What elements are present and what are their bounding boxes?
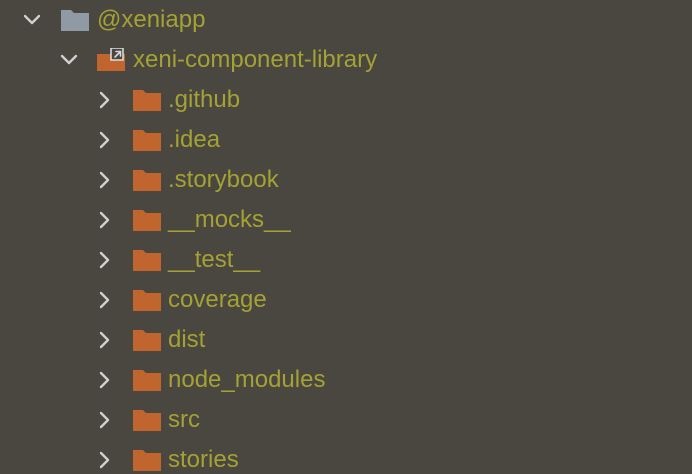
tree-node-label: __test__ bbox=[168, 246, 261, 273]
chevron-right-icon[interactable] bbox=[95, 250, 115, 270]
folder-icon bbox=[132, 128, 162, 152]
folder-icon bbox=[132, 288, 162, 312]
tree-node-folder[interactable]: coverage bbox=[0, 280, 692, 320]
tree-node-label: .storybook bbox=[168, 166, 279, 193]
chevron-right-icon[interactable] bbox=[95, 410, 115, 430]
tree-node-label: xeni-component-library bbox=[133, 46, 378, 73]
folder-icon bbox=[132, 448, 162, 472]
tree-node-label: node_modules bbox=[168, 366, 326, 393]
tree-node-label: stories bbox=[168, 446, 239, 473]
chevron-right-icon[interactable] bbox=[95, 450, 115, 470]
tree-node-folder[interactable]: node_modules bbox=[0, 360, 692, 400]
tree-node-folder[interactable]: .github bbox=[0, 80, 692, 120]
chevron-right-icon[interactable] bbox=[95, 170, 115, 190]
tree-node-project[interactable]: xeni-component-library bbox=[0, 40, 692, 80]
chevron-down-icon[interactable] bbox=[22, 10, 42, 30]
folder-icon bbox=[60, 8, 90, 32]
folder-icon bbox=[132, 88, 162, 112]
tree-node-label: @xeniapp bbox=[97, 6, 206, 33]
tree-node-folder[interactable]: dist bbox=[0, 320, 692, 360]
tree-node-folder[interactable]: stories bbox=[0, 440, 692, 474]
project-tree: @xeniapp xeni-component-library .github.… bbox=[0, 0, 692, 474]
tree-node-label: .idea bbox=[168, 126, 221, 153]
tree-node-folder[interactable]: .storybook bbox=[0, 160, 692, 200]
tree-node-label: .github bbox=[168, 86, 241, 113]
tree-node-folder[interactable]: __mocks__ bbox=[0, 200, 692, 240]
chevron-right-icon[interactable] bbox=[95, 290, 115, 310]
folder-icon bbox=[132, 328, 162, 352]
folder-icon bbox=[132, 208, 162, 232]
folder-icon bbox=[132, 168, 162, 192]
chevron-right-icon[interactable] bbox=[95, 330, 115, 350]
tree-node-label: coverage bbox=[168, 286, 267, 313]
chevron-right-icon[interactable] bbox=[95, 130, 115, 150]
folder-icon bbox=[132, 408, 162, 432]
tree-node-label: src bbox=[168, 406, 200, 433]
chevron-down-icon[interactable] bbox=[59, 50, 79, 70]
tree-node-folder[interactable]: src bbox=[0, 400, 692, 440]
tree-node-label: __mocks__ bbox=[168, 206, 291, 233]
chevron-right-icon[interactable] bbox=[95, 90, 115, 110]
tree-node-folder[interactable]: __test__ bbox=[0, 240, 692, 280]
chevron-right-icon[interactable] bbox=[95, 210, 115, 230]
folder-icon bbox=[132, 368, 162, 392]
tree-node-label: dist bbox=[168, 326, 206, 353]
folder-icon bbox=[132, 248, 162, 272]
chevron-right-icon[interactable] bbox=[95, 370, 115, 390]
tree-node-root[interactable]: @xeniapp bbox=[0, 0, 692, 40]
tree-node-folder[interactable]: .idea bbox=[0, 120, 692, 160]
module-folder-link-icon bbox=[96, 48, 126, 72]
